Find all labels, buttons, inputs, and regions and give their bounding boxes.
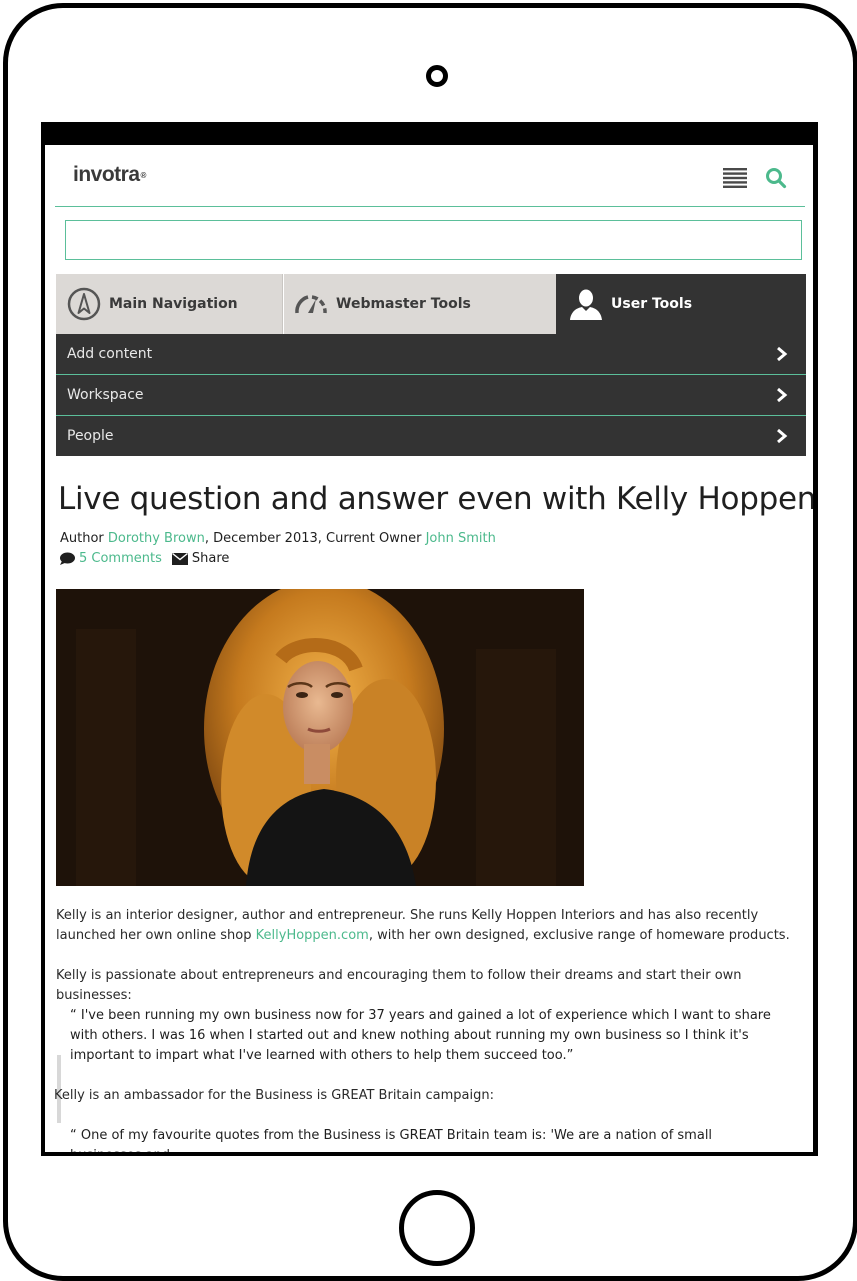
article-title: Live question and answer even with Kelly… (58, 481, 813, 517)
blockquote-1: “ I've been running my own business now … (70, 1008, 771, 1063)
tab-user-tools[interactable]: User Tools (556, 274, 806, 334)
article-meta: Author Dorothy Brown, December 2013, Cur… (60, 531, 496, 546)
compass-icon (67, 287, 101, 321)
tab-user-tools-label: User Tools (611, 296, 693, 312)
chevron-right-icon (777, 346, 788, 362)
article-actions: 5 Comments Share (59, 551, 229, 566)
comments-link[interactable]: 5 Comments (79, 551, 162, 566)
tab-webmaster-tools-label: Webmaster Tools (336, 296, 471, 312)
date-owner-text: , December 2013, Current Owner (204, 531, 422, 546)
tab-bar: Main Navigation Webmaster Tools User Too… (56, 274, 806, 334)
home-button[interactable] (399, 1190, 475, 1266)
camera (426, 65, 448, 87)
tab-main-navigation[interactable]: Main Navigation (56, 274, 283, 334)
paragraph-3: Kelly is an ambassador for the Business … (54, 1088, 494, 1103)
logo[interactable]: invotra® (73, 163, 146, 187)
user-icon (570, 289, 602, 320)
portrait-photo (56, 589, 584, 886)
menu-item-add-content[interactable]: Add content (56, 334, 806, 375)
author-prefix: Author (60, 531, 104, 546)
gauge-icon (295, 295, 327, 314)
share-button[interactable]: Share (171, 551, 230, 566)
site-header: invotra® (55, 145, 805, 207)
author-link[interactable]: Dorothy Brown (108, 531, 205, 546)
menu-item-people[interactable]: People (56, 416, 806, 456)
search-icon[interactable] (765, 167, 787, 189)
paragraph-1-text-b: , with her own designed, exclusive range… (368, 928, 790, 943)
menu-item-workspace[interactable]: Workspace (56, 375, 806, 416)
logo-mark: ® (140, 170, 147, 180)
envelope-icon (171, 552, 188, 565)
page: invotra® Main Navigation Webmaster Tools… (45, 145, 813, 1152)
kellyhoppen-link[interactable]: KellyHoppen.com (256, 928, 369, 943)
owner-link[interactable]: John Smith (426, 531, 496, 546)
menu-item-label: Workspace (67, 387, 144, 403)
search-input[interactable] (65, 220, 802, 260)
comment-icon (60, 552, 75, 565)
chevron-right-icon (777, 387, 788, 403)
article-image (56, 589, 584, 886)
menu-icon[interactable] (723, 168, 747, 188)
user-tools-menu: Add content Workspace People (56, 334, 806, 456)
screen: invotra® Main Navigation Webmaster Tools… (41, 122, 818, 1156)
menu-item-label: People (67, 428, 114, 444)
paragraph-2: Kelly is passionate about entrepreneurs … (56, 968, 742, 1003)
share-label: Share (191, 551, 230, 566)
logo-text: invotra (73, 163, 140, 186)
tab-webmaster-tools[interactable]: Webmaster Tools (284, 274, 556, 334)
blockquote-2: “ One of my favourite quotes from the Bu… (70, 1128, 713, 1152)
chevron-right-icon (777, 428, 788, 444)
tab-main-navigation-label: Main Navigation (109, 296, 238, 312)
menu-item-label: Add content (67, 346, 153, 362)
paragraph-1: Kelly is an interior designer, author an… (56, 906, 801, 946)
